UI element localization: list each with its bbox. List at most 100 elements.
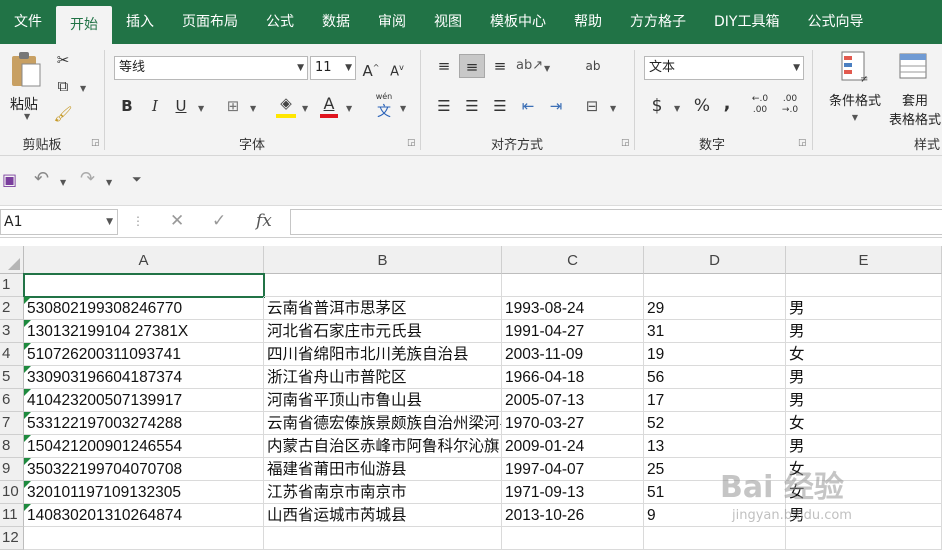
chevron-down-icon[interactable]: ▼	[198, 104, 204, 113]
cell-b3[interactable]: 河北省石家庄市元氏县	[264, 320, 502, 343]
cell-b10[interactable]: 江苏省南京市南京市	[264, 481, 502, 504]
row-header[interactable]: 8	[0, 435, 24, 458]
chevron-down-icon[interactable]: ▼	[250, 104, 256, 113]
cell-a4[interactable]: 510726200311093741	[24, 343, 264, 366]
increase-indent-icon[interactable]: ⇥	[544, 94, 568, 118]
error-indicator-icon[interactable]	[24, 343, 31, 350]
select-all-button[interactable]	[0, 246, 24, 274]
chevron-down-icon[interactable]: ▼	[60, 178, 66, 187]
align-right-button[interactable]: ☰	[488, 94, 512, 118]
cell-b4[interactable]: 四川省绵阳市北川羌族自治县	[264, 343, 502, 366]
dialog-launcher-icon[interactable]: ◲	[91, 138, 100, 148]
confirm-entry-icon[interactable]: ✓	[212, 211, 226, 231]
cell-b8[interactable]: 内蒙古自治区赤峰市阿鲁科尔沁旗	[264, 435, 502, 458]
cell-c10[interactable]: 1971-09-13	[502, 481, 644, 504]
cell-e7[interactable]: 女	[786, 412, 942, 435]
dialog-launcher-icon[interactable]: ◲	[407, 138, 416, 148]
format-painter-icon[interactable]: 🖌	[52, 102, 74, 126]
tab-insert[interactable]: 插入	[112, 0, 168, 44]
font-name-select[interactable]: 等线 ▼	[114, 56, 308, 80]
chevron-down-icon[interactable]: ▼	[302, 104, 308, 113]
decrease-decimal-icon[interactable]: .00 →.0	[778, 94, 802, 118]
column-header-a[interactable]: A	[24, 246, 264, 274]
error-indicator-icon[interactable]	[24, 481, 31, 488]
cell-b7[interactable]: 云南省德宏傣族景颇族自治州梁河县	[264, 412, 502, 435]
phonetic-guide-button[interactable]: wén 文	[370, 92, 398, 120]
chevron-down-icon[interactable]: ▼	[400, 104, 406, 113]
error-indicator-icon[interactable]	[24, 458, 31, 465]
error-indicator-icon[interactable]	[24, 389, 31, 396]
cell-b12[interactable]	[264, 527, 502, 550]
cell-d8[interactable]: 13	[644, 435, 786, 458]
tab-formula-wizard[interactable]: 公式向导	[793, 0, 877, 44]
tab-page-layout[interactable]: 页面布局	[168, 0, 252, 44]
cell-e6[interactable]: 男	[786, 389, 942, 412]
error-indicator-icon[interactable]	[24, 504, 31, 511]
row-header[interactable]: 4	[0, 343, 24, 366]
row-header[interactable]: 6	[0, 389, 24, 412]
cell-d12[interactable]	[644, 527, 786, 550]
cell-a7[interactable]: 533122197003274288	[24, 412, 264, 435]
tab-file[interactable]: 文件	[0, 0, 56, 44]
chevron-down-icon[interactable]: ▼	[674, 104, 680, 113]
cell-e8[interactable]: 男	[786, 435, 942, 458]
chevron-down-icon[interactable]: ▼	[106, 178, 112, 187]
cell-e4[interactable]: 女	[786, 343, 942, 366]
tab-template-center[interactable]: 模板中心	[476, 0, 560, 44]
tab-data[interactable]: 数据	[308, 0, 364, 44]
row-header[interactable]: 12	[0, 527, 24, 550]
percent-button[interactable]: %	[692, 94, 712, 118]
cell-c8[interactable]: 2009-01-24	[502, 435, 644, 458]
error-indicator-icon[interactable]	[24, 435, 31, 442]
italic-button[interactable]: I	[146, 94, 164, 118]
underline-button[interactable]: U	[172, 94, 190, 118]
cell-b6[interactable]: 河南省平顶山市鲁山县	[264, 389, 502, 412]
conditional-formatting-button[interactable]: ≠ 条件格式 ▼	[820, 50, 890, 130]
cell-a8[interactable]: 150421200901246554	[24, 435, 264, 458]
align-top-button[interactable]: ≡	[432, 54, 456, 78]
wrap-text-button[interactable]: ab	[582, 54, 604, 78]
align-left-button[interactable]: ☰	[432, 94, 456, 118]
comma-button[interactable]: ,	[720, 92, 734, 116]
cell-c4[interactable]: 2003-11-09	[502, 343, 644, 366]
cell-a5[interactable]: 330903196604187374	[24, 366, 264, 389]
tab-home[interactable]: 开始	[56, 6, 112, 44]
row-header[interactable]: 10	[0, 481, 24, 504]
customize-toolbar-icon[interactable]: ⏷	[132, 172, 142, 187]
cell-a9[interactable]: 350322199704070708	[24, 458, 264, 481]
cell-e3[interactable]: 男	[786, 320, 942, 343]
formula-input[interactable]	[290, 209, 942, 235]
chevron-down-icon[interactable]: ▼	[544, 64, 550, 73]
cell-d2[interactable]: 29	[644, 297, 786, 320]
cell-e12[interactable]	[786, 527, 942, 550]
cell-c11[interactable]: 2013-10-26	[502, 504, 644, 527]
name-box[interactable]: A1 ▼	[0, 209, 118, 235]
save-icon[interactable]: ▣	[2, 170, 17, 189]
cell-d6[interactable]: 17	[644, 389, 786, 412]
tab-help[interactable]: 帮助	[560, 0, 616, 44]
cell-c3[interactable]: 1991-04-27	[502, 320, 644, 343]
error-indicator-icon[interactable]	[24, 412, 31, 419]
format-as-table-button[interactable]: 套用 表格格式	[888, 50, 942, 130]
cell-d4[interactable]: 19	[644, 343, 786, 366]
column-header-c[interactable]: C	[502, 246, 644, 274]
borders-icon[interactable]: ⊞	[222, 94, 244, 118]
align-center-button[interactable]: ☰	[460, 94, 484, 118]
paste-button[interactable]: 粘贴 ▼	[6, 50, 46, 121]
chevron-down-icon[interactable]: ▼	[80, 84, 86, 93]
cell-c6[interactable]: 2005-07-13	[502, 389, 644, 412]
orientation-icon[interactable]: ab↗	[516, 54, 543, 78]
cell-b11[interactable]: 山西省运城市芮城县	[264, 504, 502, 527]
column-header-d[interactable]: D	[644, 246, 786, 274]
merge-center-icon[interactable]: ⊟	[580, 94, 604, 118]
cell-a12[interactable]	[24, 527, 264, 550]
dialog-launcher-icon[interactable]: ◲	[798, 138, 807, 148]
error-indicator-icon[interactable]	[24, 320, 31, 327]
redo-icon[interactable]: ↷	[80, 168, 95, 189]
tab-view[interactable]: 视图	[420, 0, 476, 44]
currency-button[interactable]: $	[648, 94, 666, 118]
align-bottom-button[interactable]: ≡	[488, 54, 512, 78]
row-header[interactable]: 3	[0, 320, 24, 343]
cell-c5[interactable]: 1966-04-18	[502, 366, 644, 389]
cell-a1[interactable]	[23, 273, 265, 298]
